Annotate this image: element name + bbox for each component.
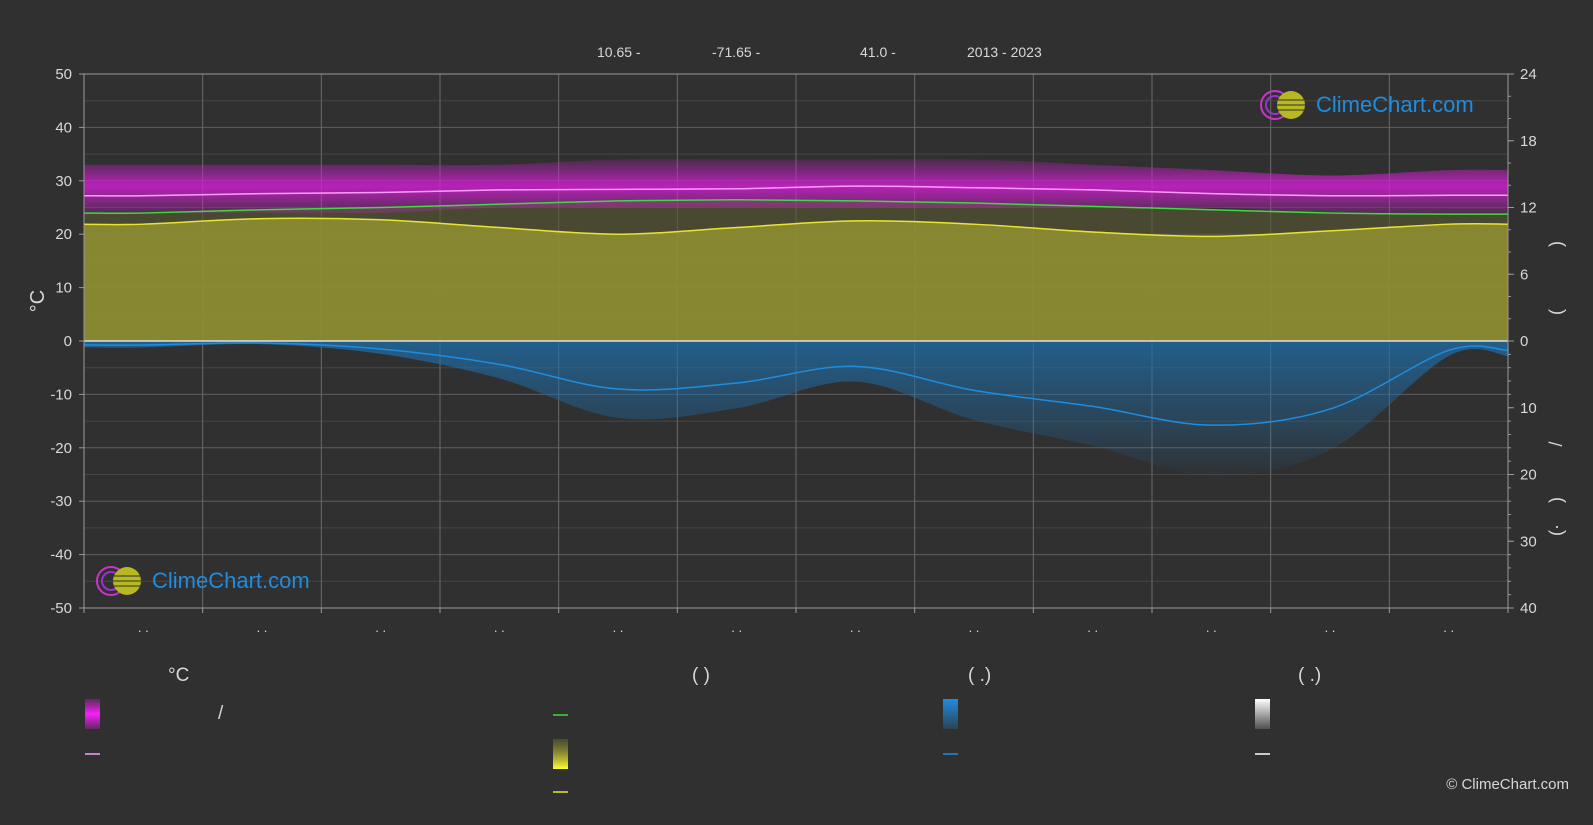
x-tick-label: . . bbox=[494, 620, 505, 635]
legend-title-snow: ( .) bbox=[1298, 665, 1322, 686]
header-elevation: 41.0 - bbox=[860, 44, 896, 60]
y-tick-label-left: -20 bbox=[50, 440, 72, 457]
header-years: 2013 - 2023 bbox=[967, 44, 1042, 60]
y-tick-label-right: 6 bbox=[1520, 266, 1528, 283]
y-tick-label-right: 20 bbox=[1520, 467, 1537, 484]
x-tick-label: . . bbox=[375, 620, 386, 635]
y-axis-label-right: · bbox=[1546, 524, 1566, 530]
legend-slash: / bbox=[218, 703, 224, 724]
y-axis-label-right: ( bbox=[1546, 309, 1566, 315]
logo-bottom-left: ClimeChart.com bbox=[94, 564, 310, 598]
y-tick-label-right: 10 bbox=[1520, 400, 1537, 417]
y-tick-label-left: -10 bbox=[50, 386, 72, 403]
y-tick-label-left: 50 bbox=[55, 66, 72, 83]
y-tick-label-right: 12 bbox=[1520, 200, 1537, 217]
legend-swatch-snow bbox=[1255, 699, 1270, 729]
y-tick-label-right: 0 bbox=[1520, 333, 1528, 350]
copyright: © ClimeChart.com bbox=[1446, 776, 1569, 793]
y-tick-label-left: 0 bbox=[64, 333, 72, 350]
y-tick-label-right: 18 bbox=[1520, 133, 1537, 150]
x-tick-label: . . bbox=[1206, 620, 1217, 635]
legend-title-rain: ( .) bbox=[968, 665, 992, 686]
x-tick-label: . . bbox=[257, 620, 268, 635]
y-tick-label-left: -40 bbox=[50, 547, 72, 564]
x-tick-label: . . bbox=[1325, 620, 1336, 635]
climechart-logo-icon bbox=[96, 566, 141, 596]
x-tick-label: . . bbox=[969, 620, 980, 635]
y-tick-label-left: 10 bbox=[55, 280, 72, 297]
x-tick-label: . . bbox=[850, 620, 861, 635]
y-tick-label-left: 20 bbox=[55, 226, 72, 243]
y-axis-label-right: / bbox=[1546, 441, 1566, 446]
temperature-range-band bbox=[84, 159, 1508, 214]
legend-swatch-sunshine bbox=[553, 739, 568, 769]
logo-text: ClimeChart.com bbox=[152, 568, 310, 593]
legend-title-temperature: °C bbox=[168, 665, 190, 686]
x-tick-label: . . bbox=[1087, 620, 1098, 635]
legend-title-sun: ( ) bbox=[692, 665, 710, 686]
logo-top-right: ClimeChart.com bbox=[1258, 88, 1474, 122]
sunshine-area bbox=[84, 218, 1508, 341]
climate-chart: 50 40 30 20 10 0 -10 -20 -30 -40 -50 24 18 12 6 0 10 20 30… bbox=[27, 66, 1566, 793]
y-tick-label-right: 40 bbox=[1520, 600, 1537, 617]
y-tick-label-left: -50 bbox=[50, 600, 72, 617]
legend-swatch-precip bbox=[943, 699, 958, 729]
y-axis-label-right: ) bbox=[1546, 241, 1566, 247]
y-axis-label-right: ( bbox=[1546, 530, 1566, 536]
logo-text: ClimeChart.com bbox=[1316, 92, 1474, 117]
y-tick-label-left: 30 bbox=[55, 173, 72, 190]
x-tick-label: . . bbox=[138, 620, 149, 635]
y-tick-label-left: -30 bbox=[50, 493, 72, 510]
y-axis-label-right: ) bbox=[1546, 497, 1566, 503]
x-tick-label: . . bbox=[731, 620, 742, 635]
y-tick-label-right: 24 bbox=[1520, 66, 1537, 83]
header-latitude: 10.65 - bbox=[597, 44, 641, 60]
x-tick-label: . . bbox=[1443, 620, 1454, 635]
climechart-logo-icon bbox=[1260, 90, 1305, 120]
header-longitude: -71.65 - bbox=[712, 44, 761, 60]
y-tick-label-right: 30 bbox=[1520, 533, 1537, 550]
legend-swatch-temp-range bbox=[85, 699, 100, 729]
y-tick-label-left: 40 bbox=[55, 119, 72, 136]
x-tick-label: . . bbox=[613, 620, 624, 635]
y-axis-label-left: °C bbox=[27, 290, 49, 312]
